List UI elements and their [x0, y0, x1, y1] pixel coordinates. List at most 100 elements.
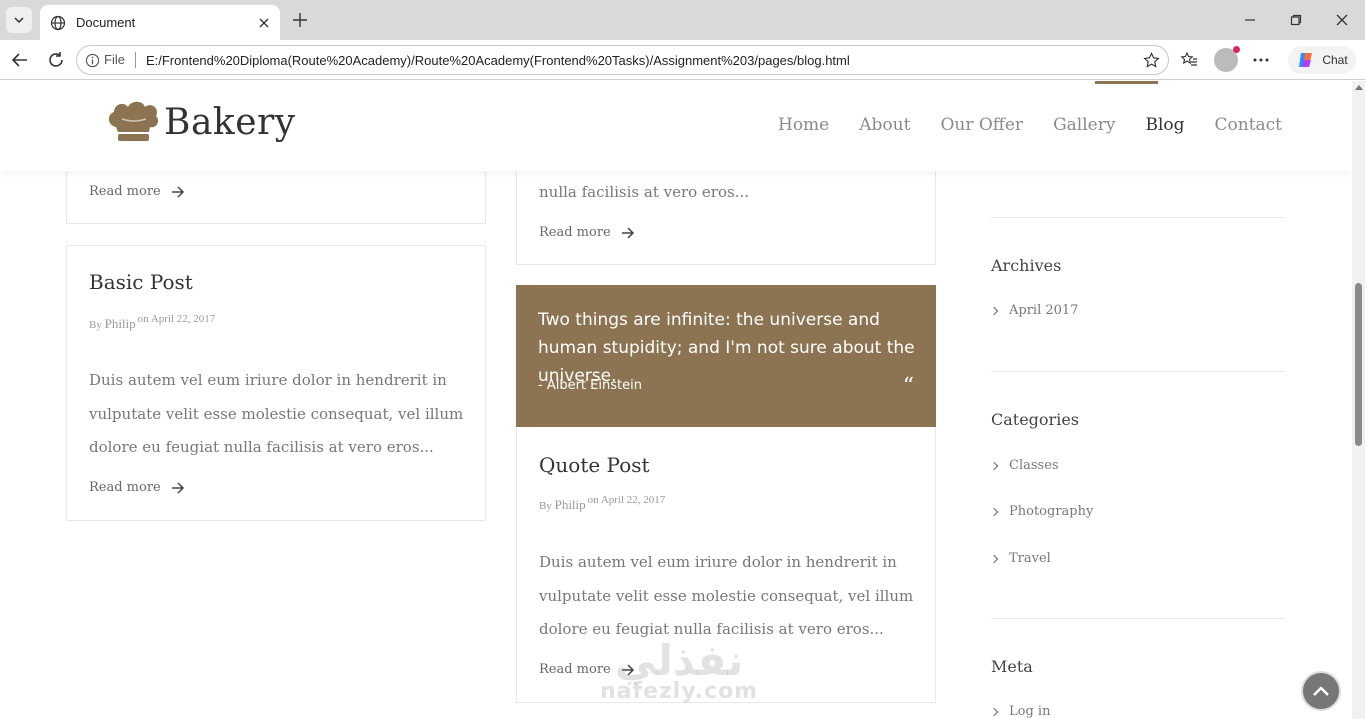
new-tab-button[interactable]: [288, 8, 312, 32]
widget-title-categories: Categories: [991, 410, 1079, 429]
read-more-link[interactable]: Read more: [89, 480, 185, 495]
address-bar[interactable]: File E:/Frontend%20Diploma(Route%20Acade…: [76, 45, 1169, 75]
nav-gallery[interactable]: Gallery: [1053, 115, 1115, 135]
window-controls: [1227, 0, 1365, 40]
page-viewport: Bakery Home About Our Offer Gallery Blog…: [0, 81, 1352, 719]
page-scrollbar[interactable]: [1352, 81, 1365, 719]
read-more-link[interactable]: Read more: [539, 225, 635, 240]
chevron-right-icon: [989, 306, 999, 315]
browser-tab[interactable]: Document: [40, 5, 280, 40]
more-button[interactable]: [1249, 48, 1273, 72]
quote-box: Two things are infinite: the universe an…: [516, 285, 936, 427]
arrow-left-icon: [11, 53, 27, 67]
sidebar-divider: [991, 371, 1285, 372]
post-by: By: [539, 500, 552, 512]
nav-blog[interactable]: Blog: [1145, 115, 1184, 135]
nav-active-indicator: [1095, 81, 1158, 84]
post-meta: By Philip on April 22, 2017: [89, 313, 216, 332]
arrow-right-icon: [621, 226, 634, 239]
tab-title: Document: [76, 15, 136, 30]
nav-contact[interactable]: Contact: [1215, 115, 1283, 135]
nav-about[interactable]: About: [859, 115, 910, 135]
browser-tab-bar: Document: [0, 0, 1365, 40]
post-date: on April 22, 2017: [137, 313, 216, 325]
scroll-thumb[interactable]: [1355, 283, 1362, 446]
watermark-arabic: نفذلي: [614, 636, 744, 685]
site-header: Bakery Home About Our Offer Gallery Blog…: [0, 81, 1352, 171]
watermark: نفذلي nafezly.com: [600, 636, 758, 704]
quote-author: - Albert Einstein: [538, 378, 642, 393]
category-item[interactable]: Photography: [989, 504, 1094, 519]
post-card-basic: Basic Post By Philip on April 22, 2017 Du…: [66, 245, 486, 521]
category-item-label: Photography: [1009, 504, 1094, 519]
sidebar-divider: [991, 618, 1285, 619]
read-more-label: Read more: [89, 184, 161, 199]
star-icon[interactable]: [1143, 51, 1160, 69]
post-excerpt: Duis autem vel eum iriure dolor in hendr…: [89, 371, 464, 456]
restore-button[interactable]: [1273, 0, 1319, 40]
profile-avatar[interactable]: [1214, 46, 1240, 72]
chef-hat-icon: [108, 101, 159, 141]
tab-list-button[interactable]: [6, 7, 32, 33]
post-title[interactable]: Basic Post: [89, 270, 193, 294]
chevron-down-icon: [14, 17, 24, 24]
address-url[interactable]: E:/Frontend%20Diploma(Route%20Academy)/R…: [146, 53, 1143, 68]
arrow-right-icon: [171, 185, 184, 198]
chevron-right-icon: [989, 461, 999, 470]
read-more-label: Read more: [89, 480, 161, 495]
info-icon[interactable]: [85, 53, 100, 68]
chevron-right-icon: [989, 554, 999, 563]
minimize-icon: [1245, 19, 1255, 21]
plus-icon: [293, 13, 307, 27]
nav-our-offer[interactable]: Our Offer: [940, 115, 1023, 135]
watermark-latin: nafezly.com: [600, 679, 759, 704]
read-more-link[interactable]: Read more: [89, 184, 185, 199]
main-nav: Home About Our Offer Gallery Blog Contac…: [778, 115, 1282, 135]
address-file-label: File: [104, 52, 136, 68]
back-button[interactable]: [8, 48, 32, 72]
nav-home[interactable]: Home: [778, 115, 829, 135]
arrow-right-icon: [171, 481, 184, 494]
minimize-button[interactable]: [1227, 0, 1273, 40]
category-item-label: Classes: [1009, 458, 1059, 473]
logo[interactable]: Bakery: [106, 99, 296, 145]
restore-icon: [1290, 14, 1302, 26]
quote-icon: “: [902, 374, 914, 399]
post-excerpt: nulla facilisis at vero eros...: [539, 183, 750, 201]
back-to-top-button[interactable]: [1301, 671, 1341, 711]
copilot-icon: [1299, 53, 1313, 67]
meta-item[interactable]: Log in: [989, 704, 1051, 719]
post-date: on April 22, 2017: [587, 494, 666, 506]
post-meta: By Philip on April 22, 2017: [539, 494, 666, 513]
post-author[interactable]: Philip: [105, 316, 136, 331]
favorites-icon: [1180, 51, 1197, 66]
category-item[interactable]: Travel: [989, 551, 1051, 566]
post-by: By: [89, 319, 102, 331]
more-icon: [1253, 58, 1269, 62]
logo-text: Bakery: [164, 101, 296, 143]
close-window-button[interactable]: [1319, 0, 1365, 40]
archive-item-label: April 2017: [1009, 303, 1079, 318]
category-item-label: Travel: [1009, 551, 1051, 566]
chevron-up-icon: [1313, 686, 1329, 696]
post-author[interactable]: Philip: [555, 497, 586, 512]
browser-toolbar: File E:/Frontend%20Diploma(Route%20Acade…: [0, 40, 1365, 80]
post-title[interactable]: Quote Post: [539, 453, 650, 477]
globe-icon: [50, 15, 66, 30]
scroll-up-arrow[interactable]: [1355, 85, 1363, 90]
reload-icon: [49, 52, 63, 67]
archive-item[interactable]: April 2017: [989, 303, 1079, 318]
meta-item-label: Log in: [1009, 704, 1051, 719]
widget-title-archives: Archives: [991, 256, 1062, 275]
sidebar-divider: [991, 217, 1285, 218]
widget-title-meta: Meta: [991, 657, 1033, 676]
chevron-right-icon: [989, 507, 999, 516]
category-item[interactable]: Classes: [989, 458, 1059, 473]
copilot-chat-button[interactable]: Chat: [1288, 46, 1356, 74]
chevron-right-icon: [989, 707, 999, 716]
close-icon[interactable]: [258, 17, 270, 29]
chat-label: Chat: [1322, 53, 1348, 67]
favorites-button[interactable]: [1177, 48, 1201, 72]
post-excerpt: Duis autem vel eum iriure dolor in hendr…: [539, 553, 914, 638]
reload-button[interactable]: [44, 48, 68, 72]
